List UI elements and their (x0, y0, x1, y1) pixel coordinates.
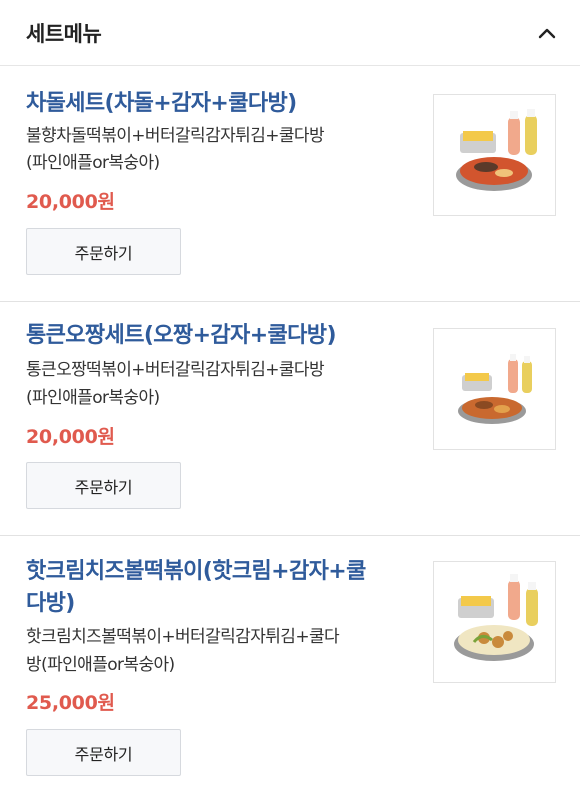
food-image-icon (456, 109, 537, 191)
item-desc-line1: 불향차돌떡볶이+버터갈릭감자튀김+쿨다방 (26, 126, 325, 146)
item-price: 25,000원 (26, 692, 115, 714)
order-button[interactable]: 주문하기 (26, 729, 181, 776)
item-desc-line1: 통큰오짱떡볶이+버터갈릭감자튀김+쿨다방 (26, 360, 325, 380)
item-name-line1[interactable]: 핫크림치즈볼떡볶이(핫크림+감자+쿨 (26, 556, 366, 588)
section-header[interactable]: 세트메뉴 (0, 0, 580, 66)
item-name[interactable]: 차돌세트(차돌+감자+쿨다방) (26, 88, 297, 120)
item-price: 20,000원 (26, 426, 115, 448)
section-title: 세트메뉴 (26, 21, 102, 46)
item-desc-line2: (파인애플or복숭아) (26, 153, 160, 173)
item-thumbnail[interactable] (433, 94, 556, 216)
item-desc-line1: 핫크림치즈볼떡볶이+버터갈릭감자튀김+쿨다 (26, 627, 340, 647)
item-name[interactable]: 통큰오짱세트(오짱+감자+쿨다방) (26, 320, 337, 352)
order-button[interactable]: 주문하기 (26, 228, 181, 275)
item-price: 20,000원 (26, 191, 115, 213)
order-button[interactable]: 주문하기 (26, 462, 181, 509)
item-name-line2[interactable]: 다방) (26, 588, 75, 620)
item-desc-line2: (파인애플or복숭아) (26, 388, 160, 408)
menu-item: 핫크림치즈볼떡볶이(핫크림+감자+쿨 다방) 핫크림치즈볼떡볶이+버터갈릭감자튀… (0, 536, 580, 799)
item-thumbnail[interactable] (433, 328, 556, 450)
food-image-icon (454, 574, 538, 661)
item-desc-line2: 방(파인애플or복숭아) (26, 655, 175, 675)
menu-item: 통큰오짱세트(오짱+감자+쿨다방) 통큰오짱떡볶이+버터갈릭감자튀김+쿨다방 (… (0, 302, 580, 536)
chevron-up-icon[interactable] (536, 22, 558, 44)
item-thumbnail[interactable] (433, 561, 556, 683)
food-image-icon (458, 354, 532, 424)
menu-item: 차돌세트(차돌+감자+쿨다방) 불향차돌떡볶이+버터갈릭감자튀김+쿨다방 (파인… (0, 66, 580, 302)
